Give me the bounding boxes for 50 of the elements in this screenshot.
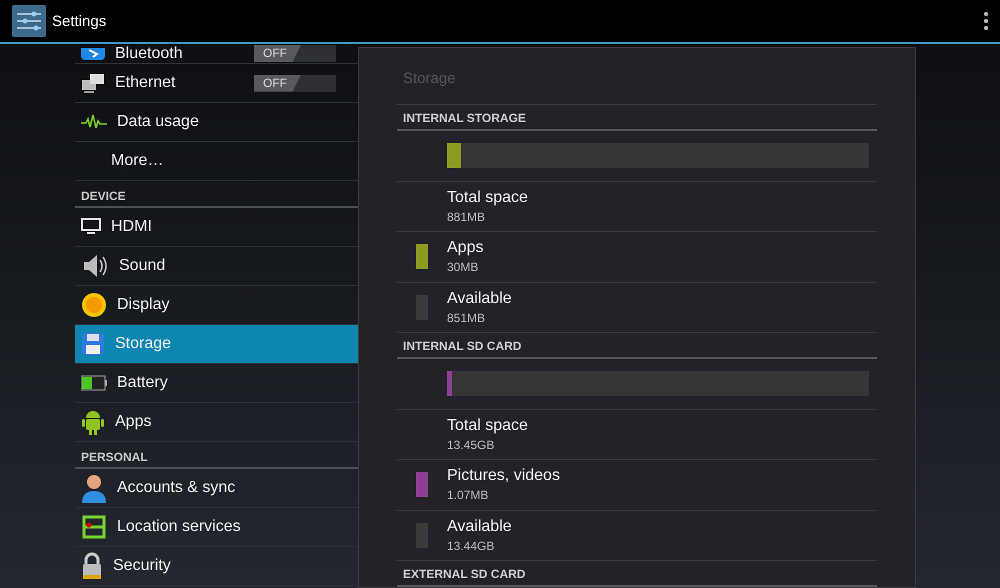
toggle-switch[interactable]: OFF xyxy=(254,74,336,92)
storage-value: 1.07MB xyxy=(447,488,490,502)
storage-row[interactable]: Total space 881MB xyxy=(397,182,877,232)
settings-item[interactable]: Storage xyxy=(75,325,358,364)
settings-item[interactable]: HDMI xyxy=(75,208,358,247)
toggle-switch[interactable]: OFF xyxy=(254,45,336,62)
settings-item-label: Storage xyxy=(115,335,172,353)
storage-label: Available xyxy=(447,290,512,308)
storage-value: 13.44GB xyxy=(447,538,496,553)
storage-row[interactable]: Total space 13.45GB xyxy=(397,410,877,460)
settings-item[interactable]: Accounts & sync xyxy=(75,469,358,508)
section-header: PERSONAL xyxy=(81,450,148,464)
settings-item-label: HDMI xyxy=(111,218,153,236)
storage-value: 881MB xyxy=(447,210,486,224)
storage-row[interactable]: Pictures, videos 1.07MB xyxy=(397,460,877,510)
settings-item[interactable]: Bluetooth OFF xyxy=(75,44,358,64)
section-header: DEVICE xyxy=(81,189,126,203)
settings-item-label: Location services xyxy=(117,518,242,536)
settings-item-label: Ethernet xyxy=(115,74,176,92)
section-header: INTERNAL STORAGE xyxy=(397,105,877,131)
settings-item[interactable]: Ethernet OFF xyxy=(75,64,358,103)
storage-value: 851MB xyxy=(447,310,486,325)
storage-row[interactable]: Apps 30MB xyxy=(397,232,877,282)
settings-item[interactable]: Location services xyxy=(75,508,358,547)
storage-row[interactable]: Available 13.44GB xyxy=(397,510,877,561)
settings-item[interactable]: Sound xyxy=(75,247,358,286)
settings-item-label: Sound xyxy=(119,257,166,275)
storage-label: Apps xyxy=(447,239,484,258)
settings-item[interactable]: Battery xyxy=(75,364,358,403)
storage-label: Available xyxy=(447,518,512,536)
settings-item-label: More… xyxy=(111,152,164,170)
settings-item-label: Battery xyxy=(117,374,169,392)
section-header: INTERNAL SD CARD xyxy=(397,333,877,359)
settings-item-label: Accounts & sync xyxy=(117,479,236,497)
storage-row[interactable]: Available 851MB xyxy=(397,282,877,333)
storage-label: Total space xyxy=(447,416,528,435)
section-header: EXTERNAL SD CARD xyxy=(397,561,877,587)
settings-item-label: Apps xyxy=(115,413,152,431)
settings-item-label: Display xyxy=(117,296,170,314)
storage-label: Pictures, videos xyxy=(447,467,560,486)
settings-item[interactable]: Data usage xyxy=(75,103,358,142)
settings-item-label: Data usage xyxy=(117,113,200,131)
settings-item[interactable]: Security xyxy=(75,547,358,586)
settings-item-label: Bluetooth xyxy=(115,44,184,62)
storage-value: 30MB xyxy=(447,260,480,274)
settings-item-label: Security xyxy=(113,557,172,575)
settings-item[interactable]: Apps xyxy=(75,403,358,442)
app-title: Settings xyxy=(52,12,108,30)
storage-label: Total space xyxy=(447,188,528,207)
storage-value: 13.45GB xyxy=(447,438,496,452)
